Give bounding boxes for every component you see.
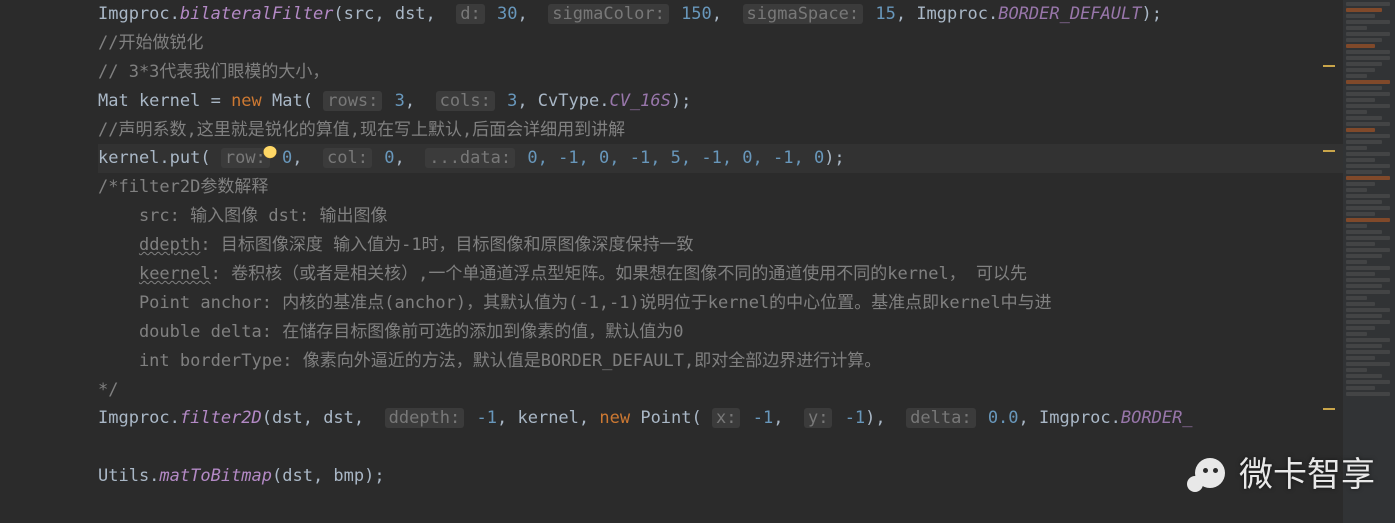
code-line[interactable]: //开始做锐化 (98, 29, 1345, 58)
comment: /*filter2D参数解释 (98, 177, 268, 197)
param-hint: sigmaSpace: (743, 4, 864, 24)
param-hint: sigmaColor: (548, 4, 669, 24)
warning-marker[interactable] (1323, 65, 1335, 67)
comment: */ (98, 380, 118, 400)
spell-warning: ddepth (139, 235, 200, 255)
param-hint: delta: (906, 408, 975, 428)
code-editor[interactable]: Imgproc.bilateralFilter(src, dst, d: 30,… (0, 0, 1345, 491)
param-hint: x: (712, 408, 740, 428)
code-line[interactable]: //声明系数,这里就是锐化的算值,现在写上默认,后面会详细用到讲解 (98, 116, 1345, 145)
keyword: new (231, 91, 262, 111)
param-hint: rows: (323, 91, 382, 111)
code-line[interactable]: ddepth: 目标图像深度 输入值为-1时，目标图像和原图像深度保持一致 (98, 231, 1345, 260)
code-line[interactable] (98, 433, 1345, 462)
param-hint: ...data: (425, 148, 515, 168)
param-hint: d: (456, 4, 484, 24)
code-line[interactable]: Point anchor: 内核的基准点(anchor)，其默认值为(-1,-1… (98, 289, 1345, 318)
method-name: bilateralFilter (180, 4, 334, 24)
code-line[interactable]: // 3*3代表我们眼模的大小， (98, 58, 1345, 87)
comment: //声明系数,这里就是锐化的算值,现在写上默认,后面会详细用到讲解 (98, 120, 625, 140)
warning-marker[interactable] (1323, 408, 1335, 410)
code-line[interactable]: keernel: 卷积核（或者是相关核）,一个单通道浮点型矩阵。如果想在图像不同… (98, 260, 1345, 289)
comment: //开始做锐化 (98, 33, 203, 53)
code-line[interactable]: Utils.matToBitmap(dst, bmp); (98, 462, 1345, 491)
code-token: Imgproc. (98, 4, 180, 24)
param-hint: cols: (436, 91, 495, 111)
code-line[interactable]: src: 输入图像 dst: 输出图像 (98, 202, 1345, 231)
comment: int borderType: 像素向外逼近的方法，默认值是BORDER_DEF… (98, 351, 881, 371)
code-line[interactable]: Imgproc.filter2D(dst, dst, ddepth: -1, k… (98, 404, 1345, 433)
code-line[interactable]: Mat kernel = new Mat( rows: 3, cols: 3, … (98, 87, 1345, 116)
param-hint: col: (323, 148, 372, 168)
code-line[interactable]: */ (98, 376, 1345, 405)
comment: double delta: 在储存目标图像前可选的添加到像素的值，默认值为0 (98, 322, 683, 342)
method-name: matToBitmap (159, 466, 272, 486)
comment: Point anchor: 内核的基准点(anchor)，其默认值为(-1,-1… (98, 293, 1052, 313)
lightbulb-icon[interactable] (263, 146, 277, 160)
method-name: filter2D (180, 408, 262, 428)
warning-marker[interactable] (1323, 150, 1335, 152)
comment: // 3*3代表我们眼模的大小， (98, 62, 329, 82)
code-line[interactable]: double delta: 在储存目标图像前可选的添加到像素的值，默认值为0 (98, 318, 1345, 347)
code-line[interactable]: Imgproc.bilateralFilter(src, dst, d: 30,… (98, 0, 1345, 29)
param-hint: ddepth: (385, 408, 465, 428)
code-line[interactable]: /*filter2D参数解释 (98, 173, 1345, 202)
code-line[interactable]: int borderType: 像素向外逼近的方法，默认值是BORDER_DEF… (98, 347, 1345, 376)
code-line-active[interactable]: kernel.put( row: 0, col: 0, ...data: 0, … (98, 144, 1345, 173)
comment: src: 输入图像 dst: 输出图像 (98, 206, 388, 226)
param-hint: y: (804, 408, 832, 428)
minimap[interactable] (1343, 0, 1395, 523)
spell-warning: keernel (139, 264, 211, 284)
keyword: new (599, 408, 630, 428)
